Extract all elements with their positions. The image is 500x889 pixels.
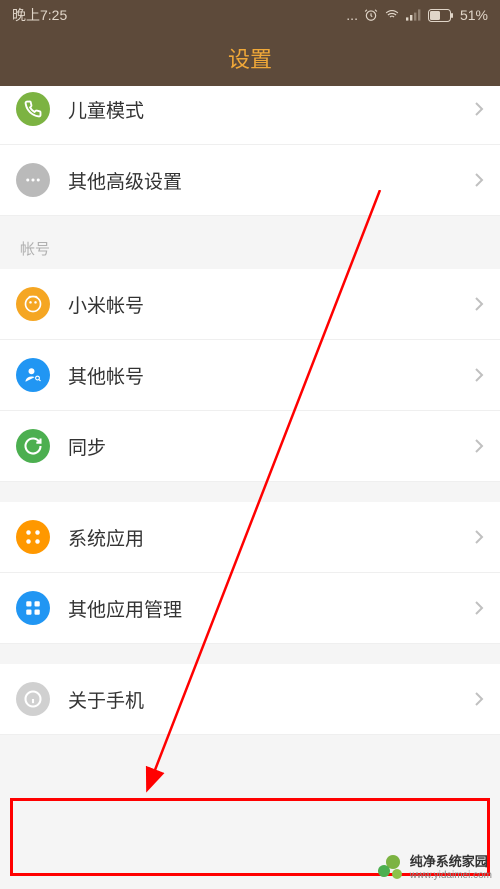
wifi-icon bbox=[384, 8, 400, 22]
signal-icon bbox=[406, 9, 422, 21]
chevron-right-icon bbox=[474, 600, 484, 616]
battery-icon bbox=[428, 9, 454, 22]
chevron-right-icon bbox=[474, 529, 484, 545]
watermark: 纯净系统家园 www.yidaimei.com bbox=[378, 855, 492, 881]
chevron-right-icon bbox=[474, 691, 484, 707]
item-label: 系统应用 bbox=[68, 524, 474, 551]
chevron-right-icon bbox=[474, 296, 484, 312]
status-icons: ... 51% bbox=[346, 7, 488, 23]
chevron-right-icon bbox=[474, 172, 484, 188]
status-bar: 晚上7:25 ... 51% bbox=[0, 0, 500, 30]
item-mi-account[interactable]: 小米帐号 bbox=[0, 269, 500, 340]
item-other-apps[interactable]: 其他应用管理 bbox=[0, 573, 500, 644]
item-child-mode[interactable]: 儿童模式 bbox=[0, 86, 500, 145]
item-other-accounts[interactable]: 其他帐号 bbox=[0, 340, 500, 411]
grid-icon bbox=[16, 520, 50, 554]
dots-icon bbox=[16, 163, 50, 197]
page-header: 设置 bbox=[0, 30, 500, 86]
page-title: 设置 bbox=[228, 42, 272, 74]
mi-icon bbox=[16, 287, 50, 321]
more-icon: ... bbox=[346, 7, 358, 23]
item-label: 其他帐号 bbox=[68, 362, 474, 389]
item-label: 同步 bbox=[68, 433, 474, 460]
item-label: 儿童模式 bbox=[68, 96, 474, 123]
chevron-right-icon bbox=[474, 367, 484, 383]
chevron-right-icon bbox=[474, 438, 484, 454]
chevron-right-icon bbox=[474, 101, 484, 117]
apps-icon bbox=[16, 591, 50, 625]
item-sync[interactable]: 同步 bbox=[0, 411, 500, 482]
alarm-icon bbox=[364, 8, 378, 22]
person-key-icon bbox=[16, 358, 50, 392]
item-advanced-settings[interactable]: 其他高级设置 bbox=[0, 145, 500, 216]
item-label: 其他应用管理 bbox=[68, 595, 474, 622]
watermark-url: www.yidaimei.com bbox=[410, 870, 492, 881]
item-label: 其他高级设置 bbox=[68, 167, 474, 194]
item-label: 关于手机 bbox=[68, 686, 474, 713]
watermark-text: 纯净系统家园 bbox=[410, 855, 492, 869]
status-time: 晚上7:25 bbox=[12, 5, 67, 25]
item-system-apps[interactable]: 系统应用 bbox=[0, 502, 500, 573]
settings-list: 儿童模式 其他高级设置 帐号 小米帐号 其他帐号 同步 bbox=[0, 86, 500, 735]
sync-icon bbox=[16, 429, 50, 463]
item-about-phone[interactable]: 关于手机 bbox=[0, 664, 500, 735]
item-label: 小米帐号 bbox=[68, 291, 474, 318]
watermark-logo-icon bbox=[378, 855, 404, 881]
handset-icon bbox=[16, 92, 50, 126]
section-header-accounts: 帐号 bbox=[0, 216, 500, 269]
info-icon bbox=[16, 682, 50, 716]
battery-percent: 51% bbox=[460, 7, 488, 23]
